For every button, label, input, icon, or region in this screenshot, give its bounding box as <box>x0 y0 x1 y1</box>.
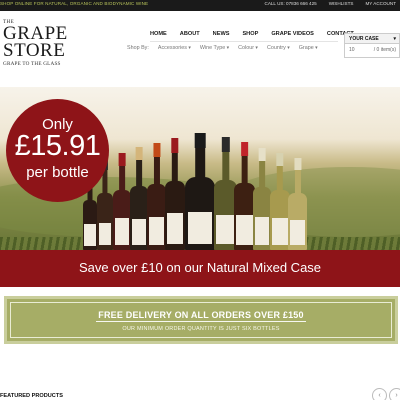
wine-bottle-label <box>84 223 96 247</box>
wine-bottle-neck <box>171 146 179 186</box>
wishlists-link[interactable]: WISHLISTS <box>329 1 354 6</box>
nav-divider <box>150 41 338 42</box>
wine-bottle-capsule <box>258 148 266 162</box>
wine-bottle-capsule <box>135 147 143 161</box>
logo-tagline: GRAPE TO THE GLASS <box>3 61 61 67</box>
wine-bottle-neck <box>221 146 230 185</box>
chevron-right-icon[interactable]: › <box>389 388 400 400</box>
wine-bottle-neck <box>259 156 265 191</box>
top-links: CALL US: 07836 666 425 WISHLISTS MY ACCO… <box>265 1 397 6</box>
wine-bottle-label <box>148 216 165 245</box>
shop-by-wine-type[interactable]: Wine Type <box>200 45 229 51</box>
main-nav: HOME ABOUT NEWS SHOP GRAPE VIDEOS CONTAC… <box>150 31 354 37</box>
nav-home[interactable]: HOME <box>150 31 167 37</box>
wine-bottle <box>234 142 255 250</box>
shop-by-label: Shop By: <box>127 45 149 51</box>
wine-bottle-neck <box>294 165 301 197</box>
wine-bottle-label <box>254 216 270 245</box>
wine-bottle-body <box>147 183 166 250</box>
wine-bottle <box>185 133 215 250</box>
nav-shop[interactable]: SHOP <box>242 31 258 37</box>
shop-by-accessories[interactable]: Accessories <box>158 45 191 51</box>
logo-store: STORE <box>3 40 66 61</box>
wine-bottle-neck <box>136 155 142 191</box>
price-badge: Only £15.91 per bottle <box>6 99 109 202</box>
featured-products-title: FEATURED PRODUCTS <box>0 393 63 399</box>
wine-bottle-label <box>289 219 306 246</box>
wine-bottle <box>147 143 166 250</box>
wine-bottle-neck <box>195 142 205 183</box>
mixed-case-banner-text: Save over £10 on our Natural Mixed Case <box>78 260 322 275</box>
wine-bottle-capsule <box>293 158 302 170</box>
wine-bottle-label <box>167 213 183 245</box>
wine-bottle <box>253 148 271 250</box>
wine-bottle <box>113 153 131 250</box>
wine-bottle-body <box>165 180 185 250</box>
site-logo[interactable]: THE GRAPE STORE GRAPE TO THE GLASS <box>3 20 67 67</box>
shop-by-country[interactable]: Country <box>267 45 290 51</box>
wine-bottle-body <box>185 177 215 250</box>
price-badge-per-bottle: per bottle <box>26 164 89 181</box>
wine-bottle-capsule <box>240 142 249 157</box>
wine-bottle-body <box>288 192 307 250</box>
my-account-link[interactable]: MY ACCOUNT <box>365 1 396 6</box>
wine-bottle-body <box>83 200 97 250</box>
wine-bottle-body <box>270 189 290 250</box>
wine-bottle-label <box>188 211 212 245</box>
wine-bottle-label <box>216 214 235 245</box>
nav-about[interactable]: ABOUT <box>180 31 200 37</box>
wine-bottle-neck <box>241 150 248 188</box>
your-case-summary: 10 / 0 item(s) <box>345 44 399 53</box>
wine-bottle-label <box>114 218 130 246</box>
wine-bottle-neck <box>119 160 125 194</box>
wine-bottle-capsule <box>194 133 206 149</box>
call-us-link[interactable]: CALL US: 07836 666 425 <box>265 1 317 6</box>
top-bar: SHOP ONLINE FOR NATURAL, ORGANIC AND BIO… <box>0 0 400 11</box>
nav-news[interactable]: NEWS <box>213 31 230 37</box>
wine-bottle-capsule <box>118 153 126 166</box>
shop-by-colour[interactable]: Colour <box>238 45 258 51</box>
free-delivery-title: FREE DELIVERY ON ALL ORDERS OVER £150 <box>7 310 395 322</box>
wine-bottle-body <box>113 189 131 250</box>
wine-bottle-label <box>272 218 288 246</box>
mixed-case-banner[interactable]: Save over £10 on our Natural Mixed Case <box>0 250 400 287</box>
your-case-title: YOUR CASE <box>349 36 379 42</box>
wine-bottle-capsule <box>171 138 179 153</box>
wine-bottle-capsule <box>152 143 161 157</box>
wine-bottle <box>288 158 307 250</box>
nav-grape-videos[interactable]: GRAPE VIDEOS <box>271 31 314 37</box>
shop-by-nav: Shop By: Accessories Wine Type Colour Co… <box>127 45 318 51</box>
chevron-down-icon[interactable]: ▾ <box>393 36 396 43</box>
case-item-count: / 0 item(s) <box>373 47 396 53</box>
wine-bottle-body <box>97 192 113 250</box>
wine-bottle <box>130 147 148 250</box>
site-tagline: SHOP ONLINE FOR NATURAL, ORGANIC AND BIO… <box>0 1 149 6</box>
wine-bottle-capsule <box>221 137 230 152</box>
case-quantity: 10 <box>349 47 355 53</box>
wine-bottle <box>165 138 185 250</box>
wine-bottle-neck <box>153 151 160 188</box>
wine-bottle-label <box>236 214 253 245</box>
free-delivery-box: FREE DELIVERY ON ALL ORDERS OVER £150 OU… <box>4 296 398 344</box>
wine-bottle-body <box>253 186 271 250</box>
wine-bottle-body <box>234 183 255 250</box>
your-case-widget[interactable]: YOUR CASE ▾ 10 / 0 item(s) <box>344 33 400 58</box>
wine-bottle-label <box>131 219 147 245</box>
wine-bottle-body <box>130 186 148 250</box>
free-delivery-subtitle: OUR MINIMUM ORDER QUANTITY IS JUST SIX B… <box>122 326 280 332</box>
wine-bottle <box>270 153 290 250</box>
wine-bottle-label <box>98 222 112 246</box>
wine-bottle-capsule <box>276 153 284 166</box>
price-badge-amount: £15.91 <box>14 130 101 162</box>
your-case-header[interactable]: YOUR CASE ▾ <box>345 34 399 44</box>
wine-bottle-neck <box>276 160 284 194</box>
shop-by-grape[interactable]: Grape <box>299 45 318 51</box>
chevron-left-icon[interactable]: ‹ <box>372 388 387 400</box>
